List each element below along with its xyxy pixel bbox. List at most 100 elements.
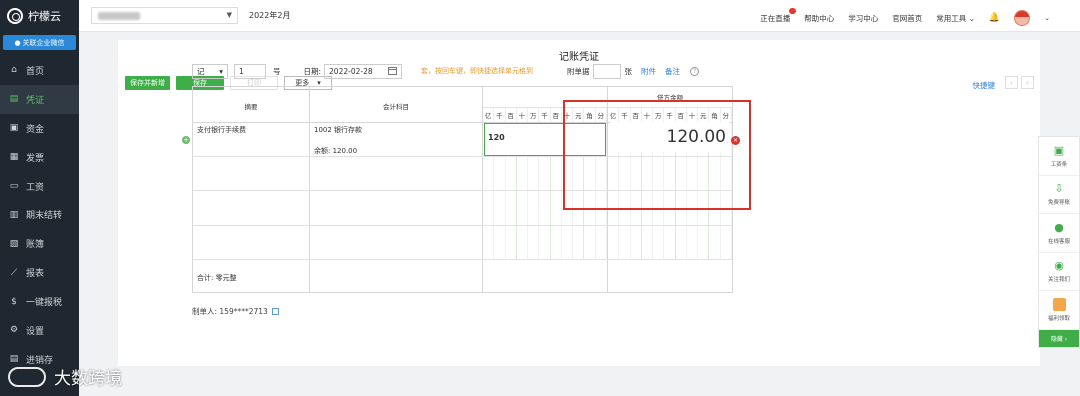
save-and-new-button[interactable]: 保存并新增 xyxy=(125,76,170,90)
sidebar-item-invoice[interactable]: ▦ 发票 xyxy=(0,143,79,172)
help-icon[interactable]: ? xyxy=(690,66,700,76)
row-divider xyxy=(193,225,732,226)
app-logo[interactable]: 柠檬云 xyxy=(0,0,79,32)
settings-icon: ⚙ xyxy=(9,325,19,336)
page-title: 记账凭证 xyxy=(559,52,599,63)
download-icon: ⇩ xyxy=(1054,182,1064,196)
unit-label: 万 xyxy=(528,108,540,122)
watermark-text: 大数跨境 xyxy=(54,369,122,389)
attach-unit: 张 xyxy=(624,66,633,76)
voucher-number-input[interactable]: 1 xyxy=(234,63,266,79)
invoice-icon: ▦ xyxy=(9,152,19,163)
shortcut-link[interactable]: 快捷键 xyxy=(973,80,996,91)
subject-header: 会计科目 xyxy=(383,103,409,111)
follow-wecom-button[interactable]: ● 关联企业微信 xyxy=(3,35,76,50)
tools-label: 常用工具 xyxy=(936,13,967,23)
attach-count-input[interactable] xyxy=(592,63,621,79)
voucher-word-select[interactable]: 记 ▾ xyxy=(192,63,228,79)
unit-label: 千 xyxy=(494,108,506,122)
add-row-icon[interactable]: + xyxy=(182,136,190,144)
live-label: 正在直播 xyxy=(760,13,791,23)
prev-voucher-button[interactable]: ‹ xyxy=(1005,76,1018,89)
sidebar-item-label: 报表 xyxy=(26,269,45,280)
float-item-label: 工资条 xyxy=(1050,161,1068,168)
unit-label: 十 xyxy=(517,108,529,122)
fund-icon: ▣ xyxy=(9,123,19,134)
sidebar-item-home[interactable]: ⌂ 首页 xyxy=(0,56,79,85)
next-voucher-button[interactable]: › xyxy=(1021,76,1034,89)
summary-cell[interactable]: 支付银行手续费 xyxy=(197,125,246,135)
date-label: 日期: xyxy=(303,66,322,76)
live-badge xyxy=(789,7,797,14)
float-item-label: 关注我们 xyxy=(1047,277,1070,284)
sidebar-item-period-close[interactable]: ▥ 期末结转 xyxy=(0,200,79,229)
gift-icon xyxy=(1052,297,1066,311)
common-tools-menu[interactable]: 常用工具 ⌄ xyxy=(936,13,975,24)
accounting-period[interactable]: 2022年2月 xyxy=(249,10,290,21)
sidebar-item-report[interactable]: ⟋ 报表 xyxy=(0,258,79,287)
live-link[interactable]: 正在直播 xyxy=(760,7,797,24)
company-name-redacted xyxy=(98,12,140,20)
sidebar-item-label: 首页 xyxy=(26,66,45,77)
report-icon: ⟋ xyxy=(10,267,18,278)
sidebar-item-label: 工资 xyxy=(26,182,45,193)
payslip-icon: ▣ xyxy=(1053,143,1065,157)
unit-label: 亿 xyxy=(483,108,495,122)
unit-label: 千 xyxy=(539,108,551,122)
wechat-icon: ◉ xyxy=(1054,259,1064,273)
sidebar-item-label: 设置 xyxy=(26,326,45,337)
float-item-import[interactable]: ⇩ 免费导账 xyxy=(1039,176,1079,214)
float-item-support[interactable]: ● 在线客服 xyxy=(1039,214,1079,253)
sidebar-item-tax[interactable]: $ 一键报税 xyxy=(0,287,79,316)
subject-cell[interactable]: 1002 银行存款 xyxy=(314,125,362,135)
float-item-payslip[interactable]: ▣ 工资条 xyxy=(1039,137,1079,176)
number-suffix: 号 xyxy=(273,66,281,76)
sidebar-item-fund[interactable]: ▣ 资金 xyxy=(0,114,79,143)
sidebar-item-voucher[interactable]: ▤ 凭证 xyxy=(0,84,79,114)
app-name: 柠檬云 xyxy=(28,10,61,23)
learning-center-link[interactable]: 学习中心 xyxy=(848,13,878,24)
float-item-gift[interactable]: 福利领取 xyxy=(1039,291,1079,330)
lemon-logo-icon xyxy=(7,8,23,24)
chevron-down-icon: ▾ xyxy=(219,66,223,76)
attach-label: 附单据 xyxy=(567,66,590,76)
sidebar-item-settings[interactable]: ⚙ 设置 xyxy=(0,316,79,345)
summary-header: 摘要 xyxy=(244,103,258,111)
float-item-follow[interactable]: ◉ 关注我们 xyxy=(1039,253,1079,291)
top-links: 正在直播 帮助中心 学习中心 官网首页 常用工具 ⌄ 🔔 ⌄ xyxy=(760,7,1050,26)
period-close-icon: ▥ xyxy=(9,209,19,220)
chevron-down-icon[interactable]: ⌄ xyxy=(1044,14,1050,22)
sidebar-item-ledger[interactable]: ▧ 账簿 xyxy=(0,229,79,258)
maker-text: 制单人: 159****2713 xyxy=(192,307,268,316)
top-bar: ▼ 2022年2月 正在直播 帮助中心 学习中心 官网首页 常用工具 ⌄ 🔔 ⌄ xyxy=(79,0,1080,32)
subject-balance: 余额: 120.00 xyxy=(314,147,358,155)
float-item-label: 免费导账 xyxy=(1047,200,1070,207)
official-site-link[interactable]: 官网首页 xyxy=(892,13,922,24)
calendar-icon[interactable] xyxy=(388,67,398,75)
callout-amount: 120.00 xyxy=(610,122,730,152)
avatar[interactable] xyxy=(1014,10,1031,26)
sidebar-item-label: 期末结转 xyxy=(26,211,63,222)
total-text: 合计: 零元整 xyxy=(197,274,237,282)
sidebar-item-label: 一键报税 xyxy=(26,298,63,309)
voucher-pager: ‹ › xyxy=(1005,76,1034,89)
salary-icon: ▭ xyxy=(9,181,19,191)
chat-icon: ● xyxy=(14,38,21,47)
help-center-link[interactable]: 帮助中心 xyxy=(804,13,834,24)
home-icon: ⌂ xyxy=(11,65,17,76)
company-select[interactable]: ▼ xyxy=(91,7,238,24)
sidebar: 柠檬云 ● 关联企业微信 ⌂ 首页 ▤ 凭证 ▣ 资金 ▦ 发票 ▭ 工资 ▥ 期末结转 ▧… xyxy=(0,0,79,396)
chevron-down-icon: ▼ xyxy=(226,11,232,19)
sidebar-item-salary[interactable]: ▭ 工资 xyxy=(0,172,79,201)
bell-icon[interactable]: 🔔 xyxy=(989,13,1000,23)
voucher-word-value: 记 xyxy=(197,66,205,76)
chevron-down-icon: ⌄ xyxy=(968,13,975,23)
edit-icon[interactable] xyxy=(271,308,279,315)
attachment-link[interactable]: 附件 xyxy=(641,66,656,77)
collapse-button[interactable]: 隐藏 › xyxy=(1039,329,1079,347)
ledger-icon: ▧ xyxy=(9,238,19,249)
note-link[interactable]: 备注 xyxy=(665,66,680,77)
date-input[interactable]: 2022-02-28 xyxy=(324,63,403,79)
float-item-label: 在线客服 xyxy=(1047,238,1070,245)
watermark-logo-icon xyxy=(8,366,46,387)
